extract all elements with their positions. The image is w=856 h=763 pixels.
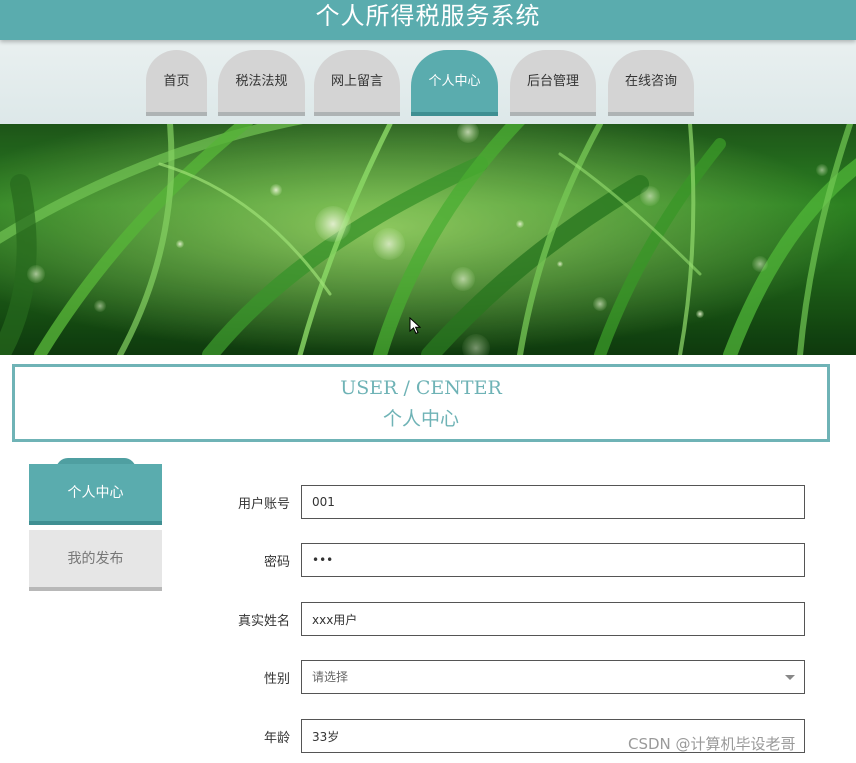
chevron-down-icon [785,675,795,680]
nav-band: 首页 税法法规 网上留言 个人中心 后台管理 在线咨询 [0,40,856,124]
watermark-text: CSDN @计算机毕设老哥 [628,735,796,753]
user-center-title-cn: 个人中心 [382,408,459,430]
sidebar-item-user-center[interactable]: 个人中心 [29,464,162,525]
gender-select-value: 请选择 [312,670,349,684]
header-bar: 个人所得税服务系统 [0,0,856,40]
password-field[interactable] [301,543,805,577]
grass-photo-icon [0,124,856,355]
mouse-cursor-icon [409,317,421,335]
nav-tab-admin[interactable]: 后台管理 [510,50,596,116]
nav-tab-home[interactable]: 首页 [146,50,207,116]
user-center-title-en: USER / CENTER [340,377,502,399]
account-label: 用户账号 [237,497,290,512]
sidebar-item-my-posts[interactable]: 我的发布 [29,530,162,591]
main-nav: 首页 税法法规 网上留言 个人中心 后台管理 在线咨询 [0,40,856,124]
nav-tab-consult[interactable]: 在线咨询 [608,50,694,116]
gender-select[interactable]: 请选择 [301,660,805,694]
user-center-heading-box: USER / CENTER 个人中心 [12,364,830,442]
nav-tab-messages[interactable]: 网上留言 [314,50,400,116]
nav-tab-tax-law[interactable]: 税法法规 [218,50,305,116]
realname-label: 真实姓名 [237,614,290,629]
age-label: 年龄 [263,731,290,746]
account-field[interactable] [301,485,805,519]
realname-field[interactable] [301,602,805,636]
site-title: 个人所得税服务系统 [315,2,541,30]
nav-tab-user-center[interactable]: 个人中心 [411,50,498,116]
gender-label: 性别 [263,672,290,687]
banner-image [0,124,856,355]
password-label: 密码 [263,555,290,570]
